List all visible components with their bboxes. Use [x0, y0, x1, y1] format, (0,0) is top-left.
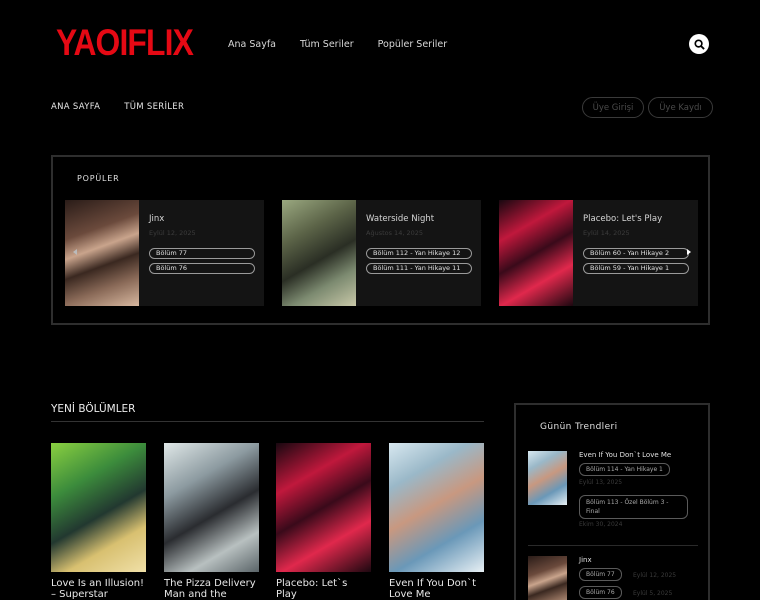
series-date: Ağustos 14, 2025 [366, 229, 424, 237]
series-title[interactable]: Placebo: Let`s Play [276, 578, 371, 600]
popular-section: POPÜLER Jinx Eylül 12, 2025 Bölüm 77 Böl… [51, 155, 710, 325]
series-title[interactable]: Placebo: Let's Play [583, 214, 662, 224]
auth-buttons: Üye Girişi Üye Kaydı [582, 97, 713, 118]
new-chapter-card[interactable]: Even If You Don`t Love Me [389, 443, 484, 600]
series-title[interactable]: Jinx [579, 556, 592, 564]
popular-title: POPÜLER [77, 174, 120, 183]
carousel-next-icon[interactable] [687, 249, 691, 255]
chapter-chip[interactable]: Bölüm 76 [579, 586, 622, 599]
series-title[interactable]: Love Is an Illusion! – Superstar [51, 578, 146, 600]
series-cover[interactable] [276, 443, 371, 572]
register-button[interactable]: Üye Kaydı [648, 97, 713, 118]
new-chapter-card[interactable]: Placebo: Let`s Play [276, 443, 371, 600]
search-icon [693, 38, 705, 50]
chapter-chip[interactable]: Bölüm 112 - Yan Hikaye 12 [366, 248, 472, 259]
series-cover[interactable] [499, 200, 573, 306]
chapter-date: Eylül 12, 2025 [633, 572, 677, 579]
popular-card[interactable]: Jinx Eylül 12, 2025 Bölüm 77 Bölüm 76 [65, 200, 264, 306]
series-title[interactable]: Jinx [149, 214, 164, 224]
trending-panel: Günün Trendleri Even If You Don`t Love M… [514, 403, 710, 600]
series-title[interactable]: Waterside Night [366, 214, 434, 224]
new-chapter-card[interactable]: The Pizza Delivery Man and the Gold... [164, 443, 259, 600]
trending-divider [528, 545, 698, 546]
new-chapter-card[interactable]: Love Is an Illusion! – Superstar [51, 443, 146, 600]
trending-title: Günün Trendleri [540, 422, 618, 432]
series-cover[interactable] [389, 443, 484, 572]
chapter-chip[interactable]: Bölüm 77 [579, 568, 622, 581]
site-logo[interactable]: YAOIFLIX [56, 22, 194, 64]
section-divider [51, 421, 484, 422]
chapter-date: Eylül 5, 2025 [633, 590, 673, 597]
subnav-all-series[interactable]: TÜM SERİLER [124, 102, 184, 112]
series-cover[interactable] [164, 443, 259, 572]
chapter-chip[interactable]: Bölüm 111 - Yan Hikaye 11 [366, 263, 472, 274]
chapter-chip[interactable]: Bölüm 60 - Yan Hikaye 2 [583, 248, 689, 259]
top-nav: Ana Sayfa Tüm Seriler Popüler Seriler [228, 39, 447, 50]
series-date: Eylül 12, 2025 [149, 229, 196, 237]
chapter-chip[interactable]: Bölüm 76 [149, 263, 255, 274]
popular-card[interactable]: Placebo: Let's Play Eylül 14, 2025 Bölüm… [499, 200, 698, 306]
series-title[interactable]: The Pizza Delivery Man and the Gold... [164, 578, 259, 600]
series-title[interactable]: Even If You Don`t Love Me [389, 578, 484, 600]
series-date: Eylül 14, 2025 [583, 229, 630, 237]
breadcrumb-nav: ANA SAYFA TÜM SERİLER [51, 102, 184, 112]
chapter-chip[interactable]: Bölüm 113 - Özel Bölüm 3 - Final [579, 495, 688, 519]
new-chapters-title: YENİ BÖLÜMLER [51, 403, 136, 415]
chapter-chip[interactable]: Bölüm 114 - Yan Hikaye 1 [579, 463, 670, 476]
carousel-prev-icon[interactable] [73, 249, 77, 255]
nav-all-series[interactable]: Tüm Seriler [300, 39, 354, 50]
popular-card[interactable]: Waterside Night Ağustos 14, 2025 Bölüm 1… [282, 200, 481, 306]
chapter-chip[interactable]: Bölüm 77 [149, 248, 255, 259]
series-cover[interactable] [528, 556, 567, 600]
chapter-chip[interactable]: Bölüm 59 - Yan Hikaye 1 [583, 263, 689, 274]
search-button[interactable] [689, 34, 709, 54]
nav-popular-series[interactable]: Popüler Seriler [378, 39, 447, 50]
nav-home[interactable]: Ana Sayfa [228, 39, 276, 50]
series-cover[interactable] [282, 200, 356, 306]
chapter-date: Ekim 30, 2024 [579, 521, 623, 528]
chapter-date: Eylül 13, 2025 [579, 479, 623, 486]
series-title[interactable]: Even If You Don`t Love Me [579, 451, 671, 459]
series-cover[interactable] [528, 451, 567, 505]
login-button[interactable]: Üye Girişi [582, 97, 644, 118]
subnav-home[interactable]: ANA SAYFA [51, 102, 100, 112]
series-cover[interactable] [51, 443, 146, 572]
